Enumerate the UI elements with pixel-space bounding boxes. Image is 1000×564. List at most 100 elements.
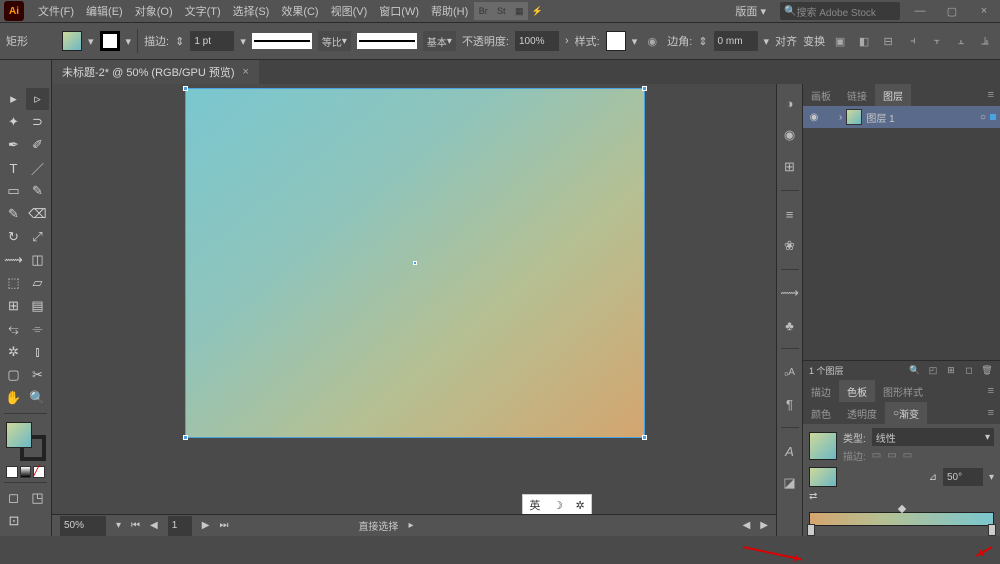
stroke-gradient-mode-3[interactable]: ▭ [903,450,912,461]
new-layer-icon[interactable]: ◻ [962,364,976,378]
slice-tool[interactable]: ✂ [26,364,49,386]
tab-gradient[interactable]: ○ 渐变 [885,402,927,424]
gradient-ramp[interactable] [809,512,994,526]
direct-selection-tool[interactable]: ▹ [26,88,49,110]
align-icon[interactable]: ⊟ [879,32,897,50]
corner-label[interactable]: 边角: [667,33,692,49]
shaper-tool[interactable]: ✎ [2,203,25,225]
rotate-tool[interactable]: ↻ [2,226,25,248]
color-mode-icon[interactable] [6,466,18,478]
pen-tool[interactable]: ✒ [2,134,25,156]
stroke-weight-stepper[interactable]: ⇕ [175,35,184,48]
selection-tool[interactable]: ▸ [2,88,25,110]
panel-menu-icon[interactable]: ≡ [982,385,1000,397]
nav-next-icon[interactable]: ▶ [202,520,210,531]
eraser-tool[interactable]: ⌫ [26,203,49,225]
ime-toolbar[interactable]: 英 ☽ ✲ [522,494,592,516]
style-swatch[interactable] [606,31,626,51]
ime-moon-icon[interactable]: ☽ [553,499,563,512]
tab-links[interactable]: 链接 [839,84,875,106]
gradient-panel-icon[interactable]: ♣ [781,316,799,334]
rectangle-tool[interactable]: ▭ [2,180,25,202]
hand-tool[interactable]: ✋ [2,387,25,409]
chevron-down-icon[interactable]: ▾ [240,35,246,48]
draw-mode-normal[interactable]: ◻ [2,487,25,509]
artboard-number[interactable]: 1 [168,516,192,536]
tab-color[interactable]: 颜色 [803,402,839,424]
selection-handle[interactable] [183,86,188,91]
layer-name[interactable]: 图层 1 [866,110,894,125]
gradient-stop-right[interactable] [988,524,996,536]
variable-width-dropdown[interactable]: 等比 ▾ [318,31,351,51]
nav-last-icon[interactable]: ⏭ [219,520,228,531]
shape-mode-icon[interactable]: ◧ [855,32,873,50]
stock-icon[interactable]: St [492,2,510,20]
lasso-tool[interactable]: ⊃ [26,111,49,133]
symbols-panel-icon[interactable]: ❀ [781,237,799,255]
tab-swatches[interactable]: 色板 [839,380,875,402]
scroll-right-icon[interactable]: ▶ [760,520,768,531]
selection-handle[interactable] [642,435,647,440]
line-tool[interactable]: ／ [26,157,49,179]
tab-layers[interactable]: 图层 [875,84,911,106]
visibility-icon[interactable]: ◉ [807,112,821,123]
gradient-stop-left[interactable] [807,524,815,536]
stroke-gradient-mode-2[interactable]: ▭ [887,450,896,461]
chevron-right-icon[interactable]: ▸ [408,520,413,531]
stroke-swatch[interactable] [100,31,120,51]
artboard[interactable] [185,88,645,438]
menu-select[interactable]: 选择(S) [227,3,276,19]
gpu-icon[interactable]: ⚡ [528,2,546,20]
eyedropper-tool[interactable]: ⥃ [2,318,25,340]
nav-prev-icon[interactable]: ◀ [150,520,158,531]
isolate-icon[interactable]: ▣ [831,32,849,50]
gradient-tool[interactable]: ▤ [26,295,49,317]
clip-mask-icon[interactable]: ◰ [926,364,940,378]
gradient-fill-thumb[interactable] [809,467,837,487]
fill-indicator[interactable] [6,422,32,448]
appearance-panel-icon[interactable]: ◪ [781,474,799,492]
mesh-tool[interactable]: ⊞ [2,295,25,317]
nav-first-icon[interactable]: ⏮ [131,520,140,531]
close-button[interactable]: × [972,3,996,19]
gradient-slider[interactable] [809,506,994,532]
opacity-input[interactable]: 100% [515,31,559,51]
color-panel-icon[interactable]: ◑ [781,94,799,112]
panel-menu-icon[interactable]: ≡ [982,89,1000,101]
shape-builder-tool[interactable]: ⬚ [2,272,25,294]
brush-dropdown[interactable]: 基本 ▾ [423,31,456,51]
color-guide-icon[interactable]: ◉ [781,126,799,144]
graph-tool[interactable]: ⫾ [26,341,49,363]
align-top-icon[interactable]: ⫡ [976,32,994,50]
menu-window[interactable]: 窗口(W) [373,3,425,19]
selection-handle[interactable] [183,435,188,440]
opacity-label[interactable]: 不透明度: [462,33,509,49]
search-input[interactable]: 🔍 搜索 Adobe Stock [780,2,900,20]
type-panel-icon[interactable]: A [781,442,799,460]
stroke-dropdown-icon[interactable]: ▾ [126,35,132,48]
menu-effect[interactable]: 效果(C) [275,3,324,19]
chevron-down-icon[interactable]: ▾ [764,35,770,48]
menu-file[interactable]: 文件(F) [32,3,80,19]
menu-help[interactable]: 帮助(H) [425,3,474,19]
brush-definition[interactable] [357,33,417,49]
gradient-type-select[interactable]: 线性▾ [872,428,994,446]
transform-label[interactable]: 变换 [803,33,825,49]
zoom-tool[interactable]: 🔍 [26,387,49,409]
recolor-icon[interactable]: ◉ [643,32,661,50]
none-mode-icon[interactable]: ╱ [33,466,45,478]
target-icon[interactable]: ○ [980,112,986,123]
align-left-icon[interactable]: ⫞ [904,32,922,50]
paintbrush-tool[interactable]: ✎ [26,180,49,202]
corner-input[interactable]: 0 mm [714,31,758,51]
expand-icon[interactable]: › [839,112,842,123]
stroke-weight-input[interactable]: 1 pt [190,31,234,51]
artboard-tool[interactable]: ▢ [2,364,25,386]
scroll-left-icon[interactable]: ◀ [743,520,751,531]
bridge-icon[interactable]: Br [474,2,492,20]
curvature-tool[interactable]: ✐ [26,134,49,156]
menu-view[interactable]: 视图(V) [325,3,374,19]
screen-mode[interactable]: ⊡ [2,510,26,532]
paragraph-panel-icon[interactable]: ¶ [781,395,799,413]
zoom-dropdown-icon[interactable]: ▾ [116,520,121,531]
